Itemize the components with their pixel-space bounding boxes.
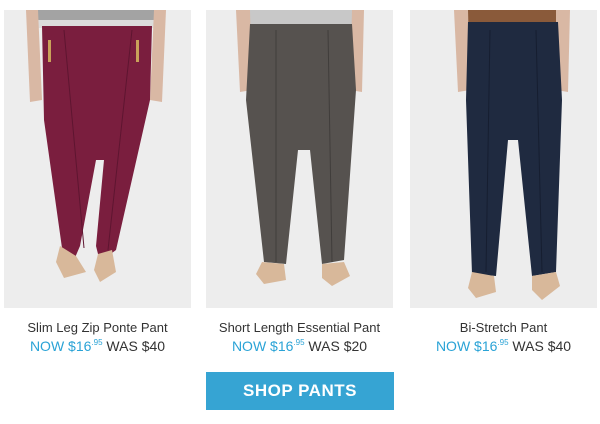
product-name[interactable]: Bi-Stretch Pant (410, 320, 597, 335)
product-image[interactable] (410, 10, 597, 308)
product-image[interactable] (4, 10, 191, 308)
was-label: WAS (106, 338, 138, 354)
product-card-bi-stretch-pant[interactable]: Bi-Stretch Pant NOW $16.95 WAS $40 (410, 0, 597, 360)
was-label: WAS (512, 338, 544, 354)
now-label: NOW (29, 338, 65, 354)
product-price: NOW $16.95 WAS $20 (206, 338, 393, 354)
now-price: $16 (270, 338, 294, 354)
product-price: NOW $16.95 WAS $40 (410, 338, 597, 354)
was-price: $40 (141, 338, 166, 354)
now-price-cents: .95 (91, 338, 103, 347)
pant-illustration (206, 10, 393, 308)
product-price: NOW $16.95 WAS $40 (4, 338, 191, 354)
product-name[interactable]: Short Length Essential Pant (206, 320, 393, 335)
now-label: NOW (435, 338, 471, 354)
product-card-short-length-essential-pant[interactable]: Short Length Essential Pant NOW $16.95 W… (206, 0, 393, 360)
product-card-slim-leg-zip-ponte-pant[interactable]: Slim Leg Zip Ponte Pant NOW $16.95 WAS $… (4, 0, 191, 360)
now-price-cents: .95 (497, 338, 509, 347)
pant-illustration (4, 10, 191, 308)
product-name[interactable]: Slim Leg Zip Ponte Pant (4, 320, 191, 335)
was-label: WAS (308, 338, 340, 354)
now-label: NOW (231, 338, 267, 354)
now-price-cents: .95 (293, 338, 305, 347)
pant-illustration (410, 10, 597, 308)
now-price: $16 (474, 338, 498, 354)
shop-pants-button[interactable]: SHOP PANTS (206, 372, 394, 410)
now-price: $16 (68, 338, 92, 354)
was-price: $40 (547, 338, 572, 354)
product-image[interactable] (206, 10, 393, 308)
was-price: $20 (343, 338, 368, 354)
